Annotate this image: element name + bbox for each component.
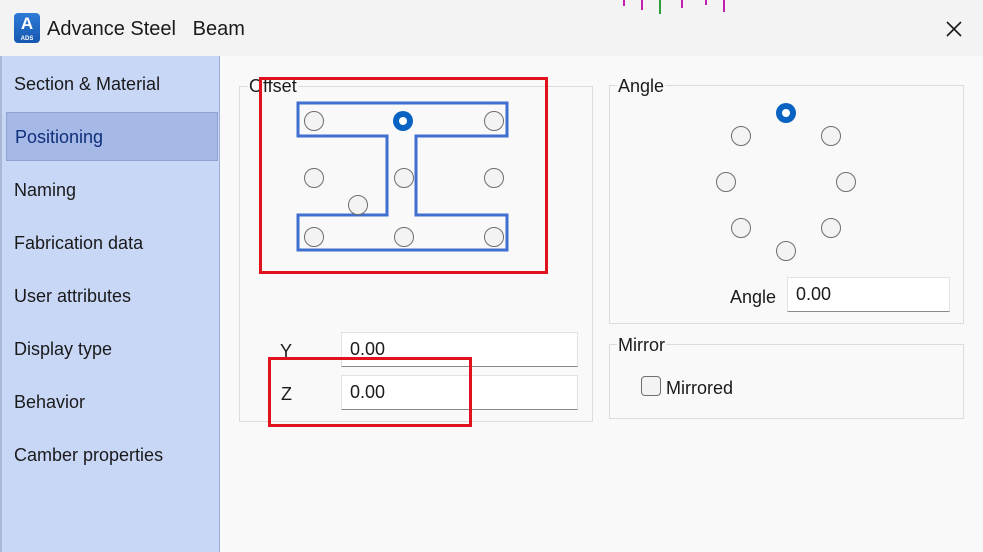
advance-steel-app-icon: A ADS bbox=[14, 13, 40, 43]
angle-value-label: Angle bbox=[730, 287, 777, 307]
sidebar-item-section-material[interactable]: Section & Material bbox=[6, 60, 218, 109]
mirrored-checkbox-label[interactable]: Mirrored bbox=[666, 378, 733, 399]
angle-point-90[interactable] bbox=[836, 172, 856, 192]
sidebar-item-camber-properties[interactable]: Camber properties bbox=[6, 431, 218, 480]
close-button[interactable] bbox=[932, 10, 976, 48]
title-bar: A ADS Advance Steel Beam bbox=[0, 0, 983, 56]
window-title: Advance Steel Beam bbox=[47, 18, 245, 40]
close-icon bbox=[946, 21, 962, 37]
angle-point-225[interactable] bbox=[731, 218, 751, 238]
sidebar: Section & Material Positioning Naming Fa… bbox=[2, 56, 220, 552]
highlight-box-z-field bbox=[268, 357, 472, 427]
sidebar-item-positioning[interactable]: Positioning bbox=[6, 112, 218, 161]
angle-field[interactable] bbox=[787, 277, 950, 312]
angle-point-135[interactable] bbox=[821, 218, 841, 238]
sidebar-item-user-attributes[interactable]: User attributes bbox=[6, 272, 218, 321]
angle-point-270[interactable] bbox=[716, 172, 736, 192]
angle-point-0[interactable] bbox=[776, 103, 796, 123]
background-artifact-marks bbox=[623, 0, 725, 14]
angle-point-45[interactable] bbox=[821, 126, 841, 146]
angle-group-label: Angle bbox=[617, 76, 666, 97]
angle-point-180[interactable] bbox=[776, 241, 796, 261]
angle-point-315[interactable] bbox=[731, 126, 751, 146]
sidebar-item-display-type[interactable]: Display type bbox=[6, 325, 218, 374]
sidebar-item-fabrication-data[interactable]: Fabrication data bbox=[6, 219, 218, 268]
sidebar-item-naming[interactable]: Naming bbox=[6, 166, 218, 215]
mirror-group-label: Mirror bbox=[617, 335, 666, 356]
mirrored-checkbox[interactable] bbox=[641, 376, 661, 396]
sidebar-item-behavior[interactable]: Behavior bbox=[6, 378, 218, 427]
highlight-box-offset-diagram bbox=[259, 77, 548, 274]
